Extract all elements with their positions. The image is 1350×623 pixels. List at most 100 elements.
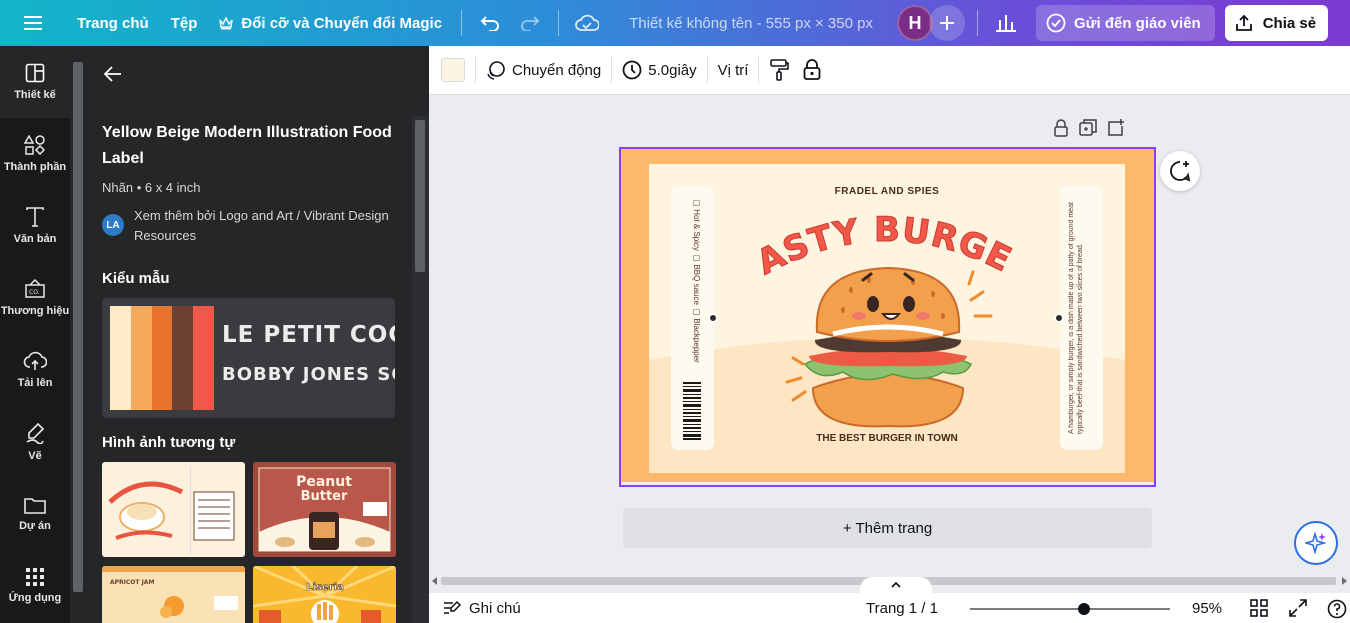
add-page-icon[interactable] [1107, 119, 1125, 137]
share-button[interactable]: Chia sẻ [1224, 5, 1329, 41]
avatar[interactable]: H [896, 5, 933, 41]
comment-add-icon [1170, 161, 1191, 182]
position-button[interactable]: Vị trí [718, 62, 749, 79]
crown-icon [219, 16, 234, 30]
background-color-swatch[interactable] [441, 58, 465, 82]
fries-label-image: Liseria [253, 566, 396, 623]
send-to-teacher-button[interactable]: Gửi đến giáo viên [1035, 5, 1215, 41]
rail-item-apps[interactable]: Ứng dụng [0, 550, 70, 622]
similar-thumbnail-peanut-butter[interactable]: Peanut Butter [253, 462, 396, 557]
rail-item-design[interactable]: Thiết kế [0, 46, 70, 118]
cloud-saved-button[interactable] [567, 0, 607, 46]
menu-button[interactable] [0, 0, 66, 46]
rail-item-brand[interactable]: CO. Thương hiệu [0, 262, 70, 334]
redo-icon [521, 16, 540, 31]
resize-magic-menu[interactable]: Đổi cỡ và Chuyển đổi Magic [208, 0, 453, 46]
panel-scrollbar[interactable] [412, 116, 429, 623]
rail-item-text[interactable]: Văn bản [0, 190, 70, 262]
svg-text:Peanut: Peanut [296, 474, 352, 490]
bottom-bar: Ghi chú Trang 1 / 1 95% [429, 593, 1350, 623]
rail-label: Ứng dụng [8, 592, 62, 604]
similar-thumbnail-dumplings[interactable] [102, 462, 245, 557]
notes-label: Ghi chú [469, 599, 521, 617]
notes-icon [444, 600, 461, 614]
rail-label: Tải lên [17, 377, 53, 389]
scrollbar-thumb[interactable] [415, 120, 425, 272]
copy-style-button[interactable] [769, 59, 790, 81]
style-card[interactable]: LE PETIT COCHON BOBBY JONES SOFT [102, 298, 395, 418]
color-swatch [172, 306, 194, 410]
share-upload-icon [1235, 14, 1252, 31]
template-detail-panel: Yellow Beige Modern Illustration Food La… [86, 46, 429, 623]
editor-toolbar: Chuyển động 5.0giây Vị trí [429, 46, 1350, 95]
zoom-slider-handle[interactable] [1078, 603, 1090, 615]
add-comment-button[interactable] [1160, 151, 1200, 191]
style-font-heading: LE PETIT COCHON [222, 322, 395, 348]
magic-assistant-button[interactable] [1294, 521, 1338, 565]
color-swatch [130, 306, 152, 410]
svg-text:APRICOT JAM: APRICOT JAM [110, 579, 154, 586]
similar-thumbnail-apricot-jam[interactable]: APRICOT JAM [102, 566, 245, 623]
paint-roller-icon [770, 59, 790, 81]
divider [976, 10, 978, 36]
document-title[interactable]: Thiết kế không tên - 555 px × 350 px [629, 15, 873, 32]
bar-chart-icon [995, 15, 1016, 32]
shapes-icon [24, 135, 46, 155]
scroll-left-icon[interactable] [432, 577, 437, 585]
style-font-body: BOBBY JONES SOFT [222, 364, 395, 385]
send-to-teacher-label: Gửi đến giáo viên [1073, 14, 1201, 32]
home-link[interactable]: Trang chủ [66, 0, 160, 46]
rail-item-elements[interactable]: Thành phần [0, 118, 70, 190]
color-swatch [151, 306, 173, 410]
plus-icon [939, 16, 954, 30]
template-title: Yellow Beige Modern Illustration Food La… [102, 124, 392, 167]
similar-heading: Hình ảnh tương tự [102, 434, 236, 451]
cloud-check-icon [575, 14, 600, 31]
lock-page-icon[interactable] [1053, 119, 1069, 137]
divider [706, 57, 708, 83]
rail-item-projects[interactable]: Dự án [0, 478, 70, 550]
peanut-butter-label-image: Peanut Butter [253, 462, 396, 557]
zoom-value[interactable]: 95% [1192, 600, 1222, 617]
scrollbar-thumb[interactable] [73, 62, 83, 592]
rail-label: Thương hiệu [0, 305, 70, 317]
insights-button[interactable] [986, 0, 1026, 46]
redo-button[interactable] [510, 0, 550, 46]
svg-text:Butter: Butter [301, 489, 348, 504]
zoom-slider[interactable] [970, 608, 1170, 610]
divider [461, 10, 463, 36]
help-icon[interactable] [1327, 599, 1347, 619]
dumplings-label-image [102, 462, 245, 557]
duplicate-page-icon[interactable] [1079, 119, 1097, 137]
duration-button[interactable]: 5.0giây [622, 60, 697, 80]
rail-scrollbar[interactable] [70, 46, 86, 623]
rail-item-draw[interactable]: Vẽ [0, 406, 70, 478]
divider [758, 57, 760, 83]
pen-draw-icon [26, 422, 45, 444]
apricot-jam-label-image: APRICOT JAM [102, 566, 245, 623]
selection-outline [619, 147, 1156, 487]
file-menu[interactable]: Tệp [160, 0, 209, 46]
color-swatch [193, 306, 214, 410]
apps-grid-icon [26, 568, 44, 586]
undo-button[interactable] [470, 0, 510, 46]
divider [558, 10, 560, 36]
animate-label: Chuyển động [512, 61, 602, 79]
page-indicator[interactable]: Trang 1 / 1 [866, 600, 938, 617]
similar-thumbnail-fries[interactable]: Liseria [253, 566, 396, 623]
canvas-area[interactable]: ▢ Hot & Spicy ▢ BBQ sauce ▢ Blackpepper … [429, 95, 1350, 575]
add-collaborator-button[interactable] [928, 5, 965, 41]
scroll-right-icon[interactable] [1342, 577, 1347, 585]
grid-view-icon[interactable] [1250, 599, 1268, 617]
add-page-button[interactable]: + Thêm trang [623, 508, 1152, 548]
notes-button[interactable]: Ghi chú [443, 600, 521, 617]
check-circle-icon [1046, 13, 1066, 33]
author-link[interactable]: Xem thêm bởi Logo and Art / Vibrant Desi… [134, 206, 402, 246]
fullscreen-icon[interactable] [1289, 599, 1307, 617]
rail-item-uploads[interactable]: Tải lên [0, 334, 70, 406]
back-button[interactable] [104, 66, 122, 82]
lock-button[interactable] [803, 59, 821, 81]
animate-button[interactable]: Chuyển động [486, 60, 601, 80]
show-pages-button[interactable] [860, 577, 932, 593]
template-author[interactable]: LA Xem thêm bởi Logo and Art / Vibrant D… [102, 206, 402, 246]
